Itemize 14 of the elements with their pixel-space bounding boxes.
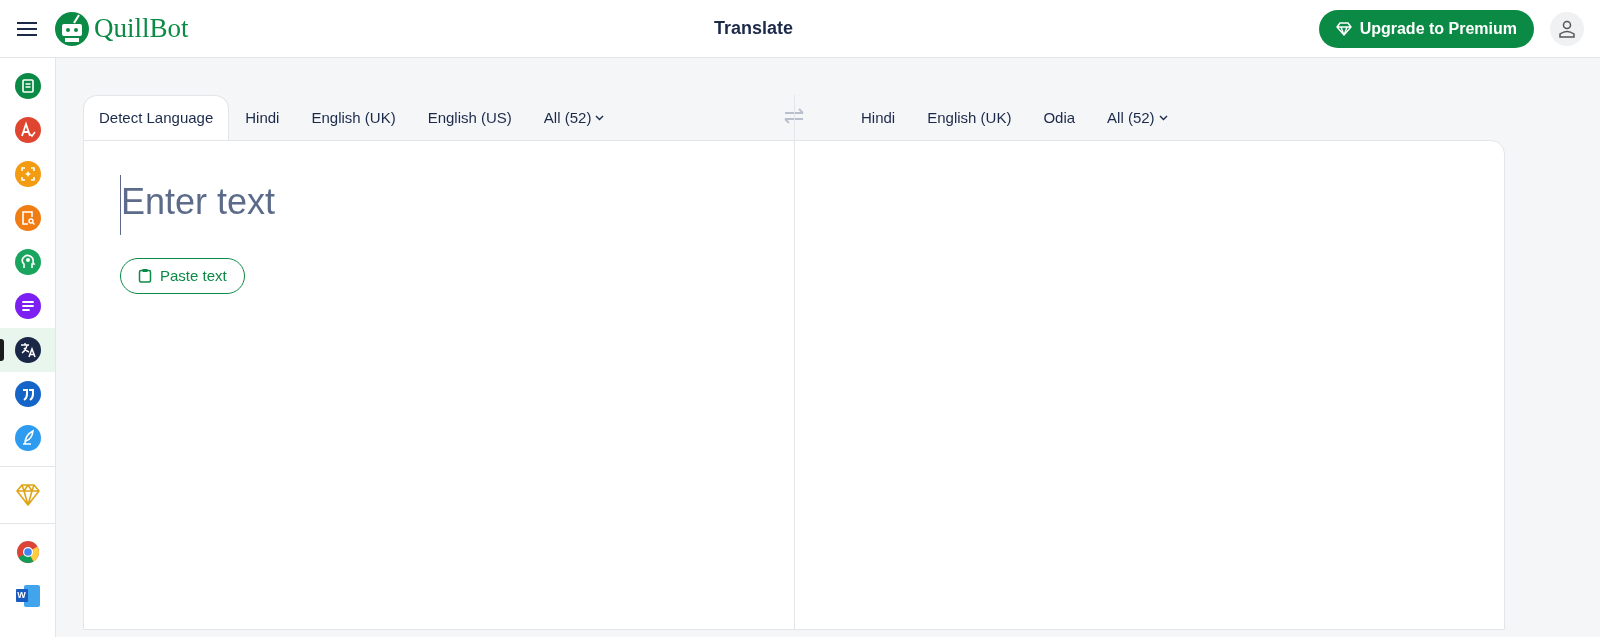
upgrade-button[interactable]: Upgrade to Premium — [1318, 9, 1534, 48]
page-title: Translate — [714, 17, 794, 40]
language-tab[interactable]: Hindi — [229, 95, 296, 140]
paste-text-button[interactable]: Paste text — [120, 257, 245, 294]
sidebar-item[interactable]: W — [0, 574, 55, 618]
language-tab[interactable]: Odia — [1027, 95, 1092, 140]
logo-text[interactable]: QuillBot — [94, 8, 189, 49]
language-tab[interactable]: Hindi — [845, 95, 912, 140]
language-tab[interactable]: English (UK) — [295, 95, 412, 140]
language-dropdown[interactable]: All (52) — [527, 95, 621, 140]
language-tab[interactable]: Detect Language — [83, 95, 230, 140]
language-dropdown[interactable]: All (52) — [1091, 95, 1184, 140]
language-tab[interactable]: English (UK) — [911, 95, 1028, 140]
language-tab[interactable]: English (US) — [411, 95, 528, 140]
